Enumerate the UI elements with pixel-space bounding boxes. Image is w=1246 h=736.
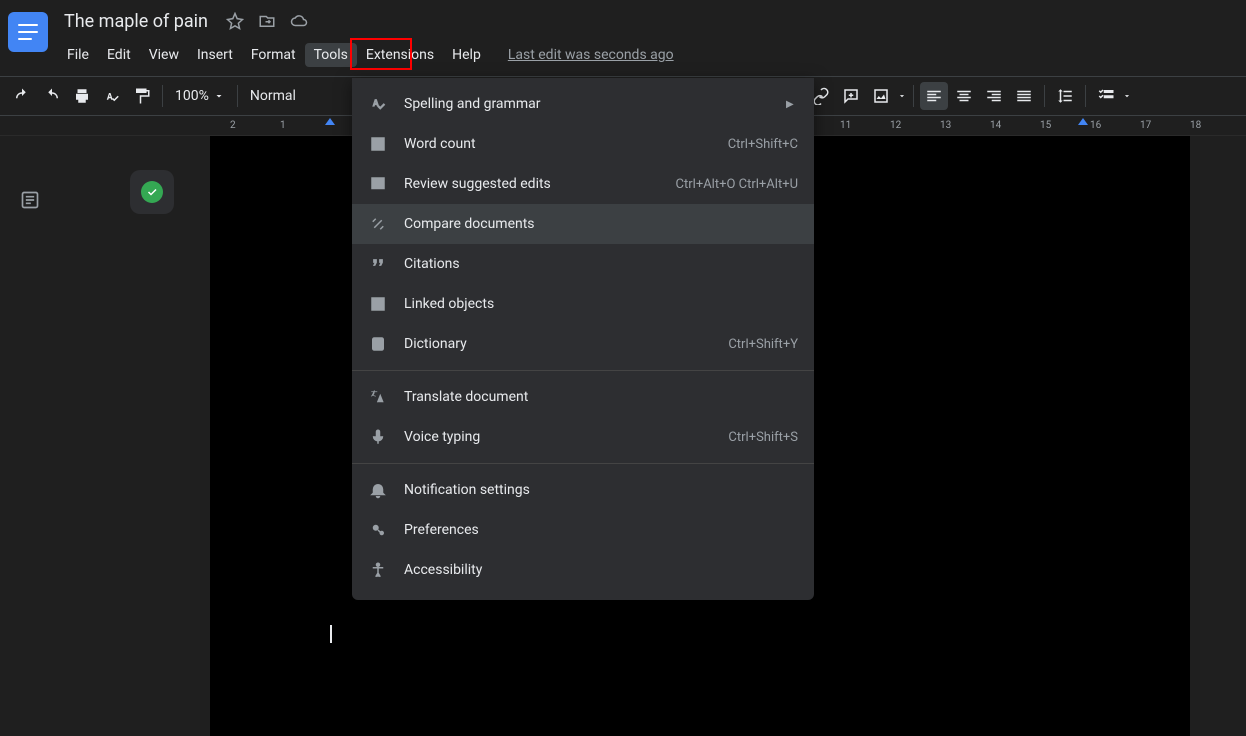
review-icon xyxy=(368,174,388,194)
preferences-icon xyxy=(368,520,388,540)
zoom-selector[interactable]: 100% xyxy=(169,88,231,104)
last-edit-info[interactable]: Last edit was seconds ago xyxy=(508,47,674,63)
menu-extensions[interactable]: Extensions xyxy=(357,43,443,67)
menu-item-label: Dictionary xyxy=(404,336,712,352)
undo-button[interactable] xyxy=(8,82,36,110)
menu-tools[interactable]: Tools xyxy=(305,43,357,67)
menu-item-label: Citations xyxy=(404,256,798,272)
ruler-mark: 15 xyxy=(1040,120,1051,131)
bell-icon xyxy=(368,480,388,500)
print-button[interactable] xyxy=(68,82,96,110)
ruler-mark: 1 xyxy=(280,120,286,131)
align-right-button[interactable] xyxy=(980,82,1008,110)
menu-citations[interactable]: Citations xyxy=(352,244,814,284)
ruler-mark: 12 xyxy=(890,120,901,131)
paint-format-button[interactable] xyxy=(128,82,156,110)
word-count-icon xyxy=(368,134,388,154)
menu-compare-documents[interactable]: Compare documents xyxy=(352,204,814,244)
menu-spelling-grammar[interactable]: Spelling and grammar ▶ xyxy=(352,84,814,124)
chevron-down-icon[interactable] xyxy=(1122,91,1132,101)
align-left-button[interactable] xyxy=(920,82,948,110)
menu-item-shortcut: Ctrl+Alt+O Ctrl+Alt+U xyxy=(676,177,798,192)
menu-review-edits[interactable]: Review suggested edits Ctrl+Alt+O Ctrl+A… xyxy=(352,164,814,204)
menu-item-label: Linked objects xyxy=(404,296,798,312)
microphone-icon xyxy=(368,427,388,447)
spellcheck-button[interactable] xyxy=(98,82,126,110)
align-justify-button[interactable] xyxy=(1010,82,1038,110)
translate-icon xyxy=(368,387,388,407)
header: The maple of pain File Edit View Insert … xyxy=(0,0,1246,76)
menu-bar: File Edit View Insert Format Tools Exten… xyxy=(58,40,674,70)
document-title[interactable]: The maple of pain xyxy=(58,11,214,32)
menu-view[interactable]: View xyxy=(140,43,188,67)
chevron-down-icon[interactable] xyxy=(897,91,907,101)
menu-word-count[interactable]: Word count Ctrl+Shift+C xyxy=(352,124,814,164)
menu-dictionary[interactable]: Dictionary Ctrl+Shift+Y xyxy=(352,324,814,364)
menu-item-label: Preferences xyxy=(404,522,798,538)
tools-dropdown: Spelling and grammar ▶ Word count Ctrl+S… xyxy=(352,78,814,600)
move-icon[interactable] xyxy=(258,12,276,30)
indent-marker[interactable] xyxy=(325,118,335,125)
menu-item-label: Spelling and grammar xyxy=(404,96,770,112)
linked-objects-icon xyxy=(368,294,388,314)
insert-image-button[interactable] xyxy=(867,82,895,110)
menu-voice-typing[interactable]: Voice typing Ctrl+Shift+S xyxy=(352,417,814,457)
ruler-mark: 2 xyxy=(230,120,236,131)
menu-linked-objects[interactable]: Linked objects xyxy=(352,284,814,324)
menu-item-label: Notification settings xyxy=(404,482,798,498)
menu-separator xyxy=(352,463,814,464)
ruler-mark: 14 xyxy=(990,120,1001,131)
menu-accessibility[interactable]: Accessibility xyxy=(352,550,814,590)
menu-edit[interactable]: Edit xyxy=(98,43,140,67)
menu-notification-settings[interactable]: Notification settings xyxy=(352,470,814,510)
menu-item-label: Review suggested edits xyxy=(404,176,660,192)
menu-insert[interactable]: Insert xyxy=(188,43,242,67)
menu-format[interactable]: Format xyxy=(242,43,305,67)
style-selector[interactable]: Normal xyxy=(244,88,302,104)
line-spacing-button[interactable] xyxy=(1051,82,1079,110)
spellcheck-badge[interactable] xyxy=(130,170,174,214)
menu-item-shortcut: Ctrl+Shift+C xyxy=(728,137,798,152)
ruler-mark: 11 xyxy=(840,120,851,131)
menu-preferences[interactable]: Preferences xyxy=(352,510,814,550)
outline-toggle-button[interactable] xyxy=(16,186,44,214)
menu-item-label: Compare documents xyxy=(404,216,798,232)
menu-item-label: Accessibility xyxy=(404,562,798,578)
checklist-button[interactable] xyxy=(1092,82,1120,110)
menu-translate[interactable]: Translate document xyxy=(352,377,814,417)
ruler-mark: 13 xyxy=(940,120,951,131)
menu-item-shortcut: Ctrl+Shift+S xyxy=(728,430,798,445)
menu-separator xyxy=(352,370,814,371)
dictionary-icon xyxy=(368,334,388,354)
ruler-mark: 17 xyxy=(1140,120,1151,131)
cloud-icon[interactable] xyxy=(290,12,308,30)
menu-help[interactable]: Help xyxy=(443,43,490,67)
text-cursor xyxy=(330,625,332,643)
redo-button[interactable] xyxy=(38,82,66,110)
menu-file[interactable]: File xyxy=(58,43,98,67)
docs-logo[interactable] xyxy=(8,12,48,52)
menu-item-label: Translate document xyxy=(404,389,798,405)
margin-marker[interactable] xyxy=(1078,118,1088,125)
submenu-arrow-icon: ▶ xyxy=(786,99,798,110)
menu-item-label: Word count xyxy=(404,136,712,152)
align-center-button[interactable] xyxy=(950,82,978,110)
add-comment-button[interactable] xyxy=(837,82,865,110)
ruler-mark: 16 xyxy=(1090,120,1101,131)
compare-icon xyxy=(368,214,388,234)
menu-item-label: Voice typing xyxy=(404,429,712,445)
ruler-mark: 18 xyxy=(1190,120,1201,131)
spellcheck-icon xyxy=(368,94,388,114)
citations-icon xyxy=(368,254,388,274)
accessibility-icon xyxy=(368,560,388,580)
star-icon[interactable] xyxy=(226,12,244,30)
menu-item-shortcut: Ctrl+Shift+Y xyxy=(728,337,798,352)
